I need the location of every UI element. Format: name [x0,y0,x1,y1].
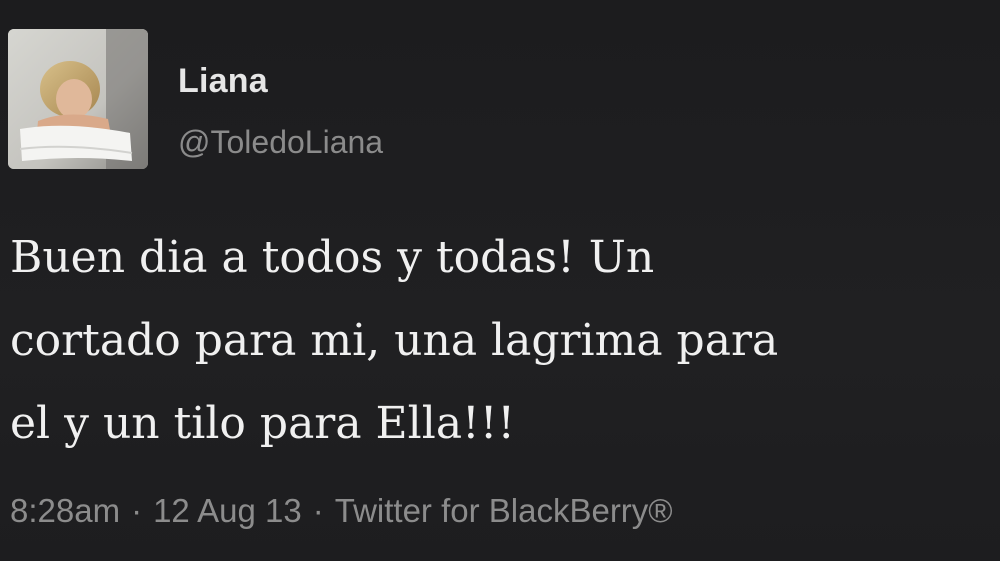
tweet-text-line: el y un tilo para Ella!!! [10,398,516,449]
profile-photo-icon [8,29,148,169]
tweet-text: Buen dia a todos y todas! Un cortado par… [10,216,990,465]
tweet-source-link[interactable]: Twitter for BlackBerry® [335,492,673,529]
user-handle[interactable]: @ToledoLiana [178,124,383,161]
meta-separator: · [131,492,143,529]
user-name[interactable]: Liana [178,62,268,101]
tweet-meta: 8:28am · 12 Aug 13 · Twitter for BlackBerry® [10,492,673,530]
tweet-card: Liana @ToledoLiana Buen dia a todos y to… [0,0,1000,561]
tweet-text-line: cortado para mi, una lagrima para [10,315,779,366]
avatar[interactable] [8,29,148,169]
tweet-time[interactable]: 8:28am [10,492,120,529]
tweet-date: 12 Aug 13 [153,492,302,529]
meta-separator: · [312,492,324,529]
tweet-text-line: Buen dia a todos y todas! Un [10,232,655,283]
